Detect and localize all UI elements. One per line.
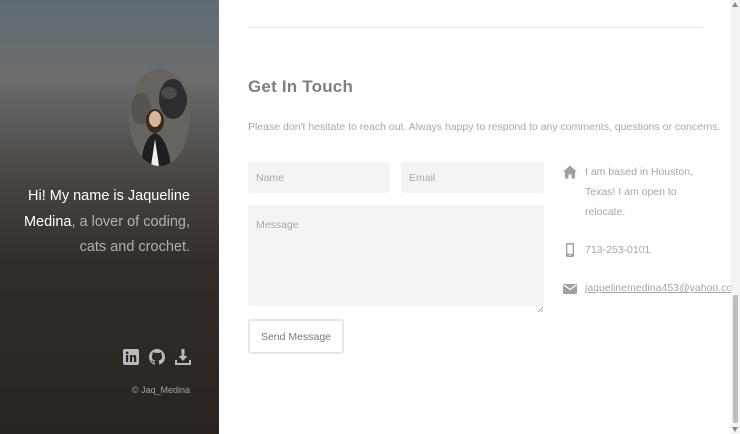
section-description: Please don't hesitate to reach out. Alwa… xyxy=(248,121,721,133)
linkedin-icon[interactable] xyxy=(123,349,139,365)
copyright: © Jaq_Medina xyxy=(131,385,190,395)
resize-handle-icon[interactable] xyxy=(537,299,544,313)
home-icon xyxy=(563,165,577,179)
email-link[interactable]: jaquelinemedina453@yahoo.com xyxy=(585,278,740,298)
address-text: I am based in Houston, Texas! I am open … xyxy=(585,166,693,218)
avatar xyxy=(129,69,190,166)
intro-text: Hi! My name is Jaqueline Medina, a lover… xyxy=(20,184,190,261)
phone-text: 713-253-0101 xyxy=(585,244,651,256)
scroll-down-arrow-icon[interactable] xyxy=(732,427,738,432)
envelope-icon xyxy=(563,282,577,296)
intro-description: , a lover of coding, cats and crochet. xyxy=(71,213,191,256)
download-icon[interactable] xyxy=(175,349,191,365)
scrollbar[interactable] xyxy=(731,0,740,434)
message-textarea[interactable] xyxy=(248,205,544,306)
email-input[interactable] xyxy=(401,162,544,193)
section-divider xyxy=(248,27,703,28)
send-message-button[interactable]: Send Message xyxy=(248,319,344,354)
scroll-up-arrow-icon[interactable] xyxy=(732,2,738,7)
github-icon[interactable] xyxy=(149,349,165,365)
social-links xyxy=(123,349,191,365)
name-input[interactable] xyxy=(248,162,390,193)
sidebar: Hi! My name is Jaqueline Medina, a lover… xyxy=(0,0,219,434)
main-content: Get In Touch Please don't hesitate to re… xyxy=(219,0,740,434)
phone-icon xyxy=(563,243,577,257)
section-title: Get In Touch xyxy=(248,77,354,96)
scroll-thumb[interactable] xyxy=(733,295,738,423)
